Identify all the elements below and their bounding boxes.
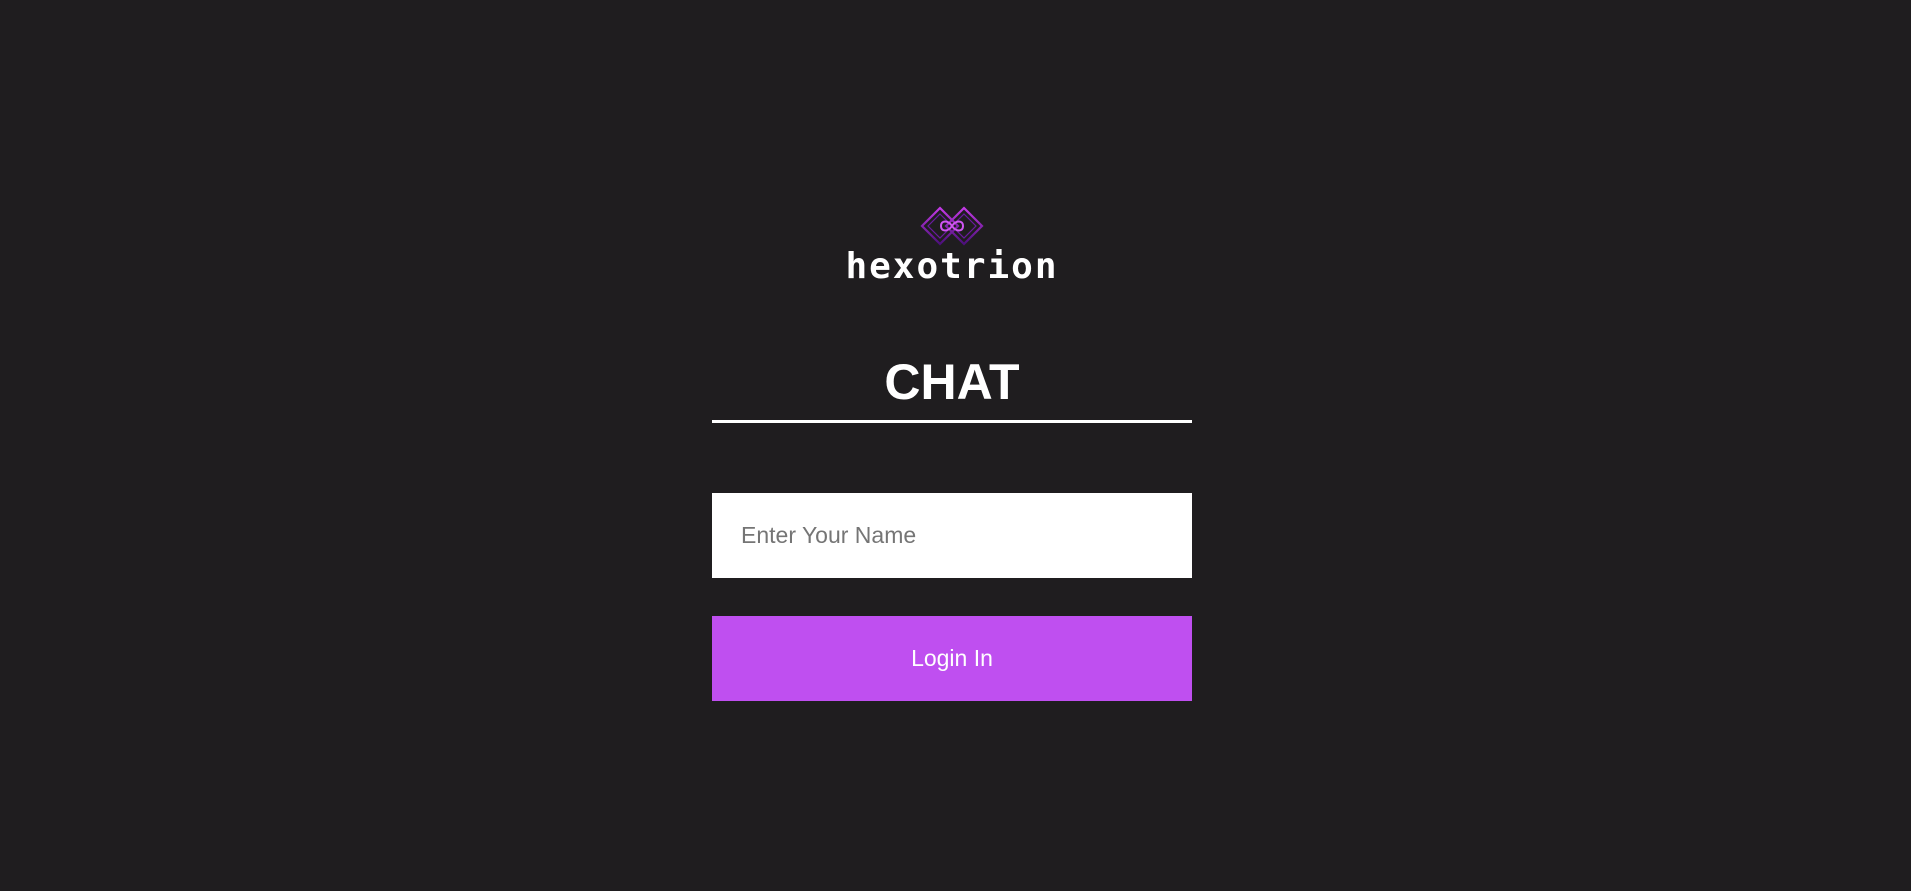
brand-logo: hexotrion (712, 206, 1192, 287)
brand-name: hexotrion (845, 246, 1059, 287)
infinity-diamonds-icon (920, 206, 984, 246)
page-title: CHAT (712, 354, 1192, 423)
name-input[interactable] (712, 493, 1192, 578)
login-button[interactable]: Login In (712, 616, 1192, 701)
login-panel: hexotrion CHAT Login In (712, 206, 1192, 701)
